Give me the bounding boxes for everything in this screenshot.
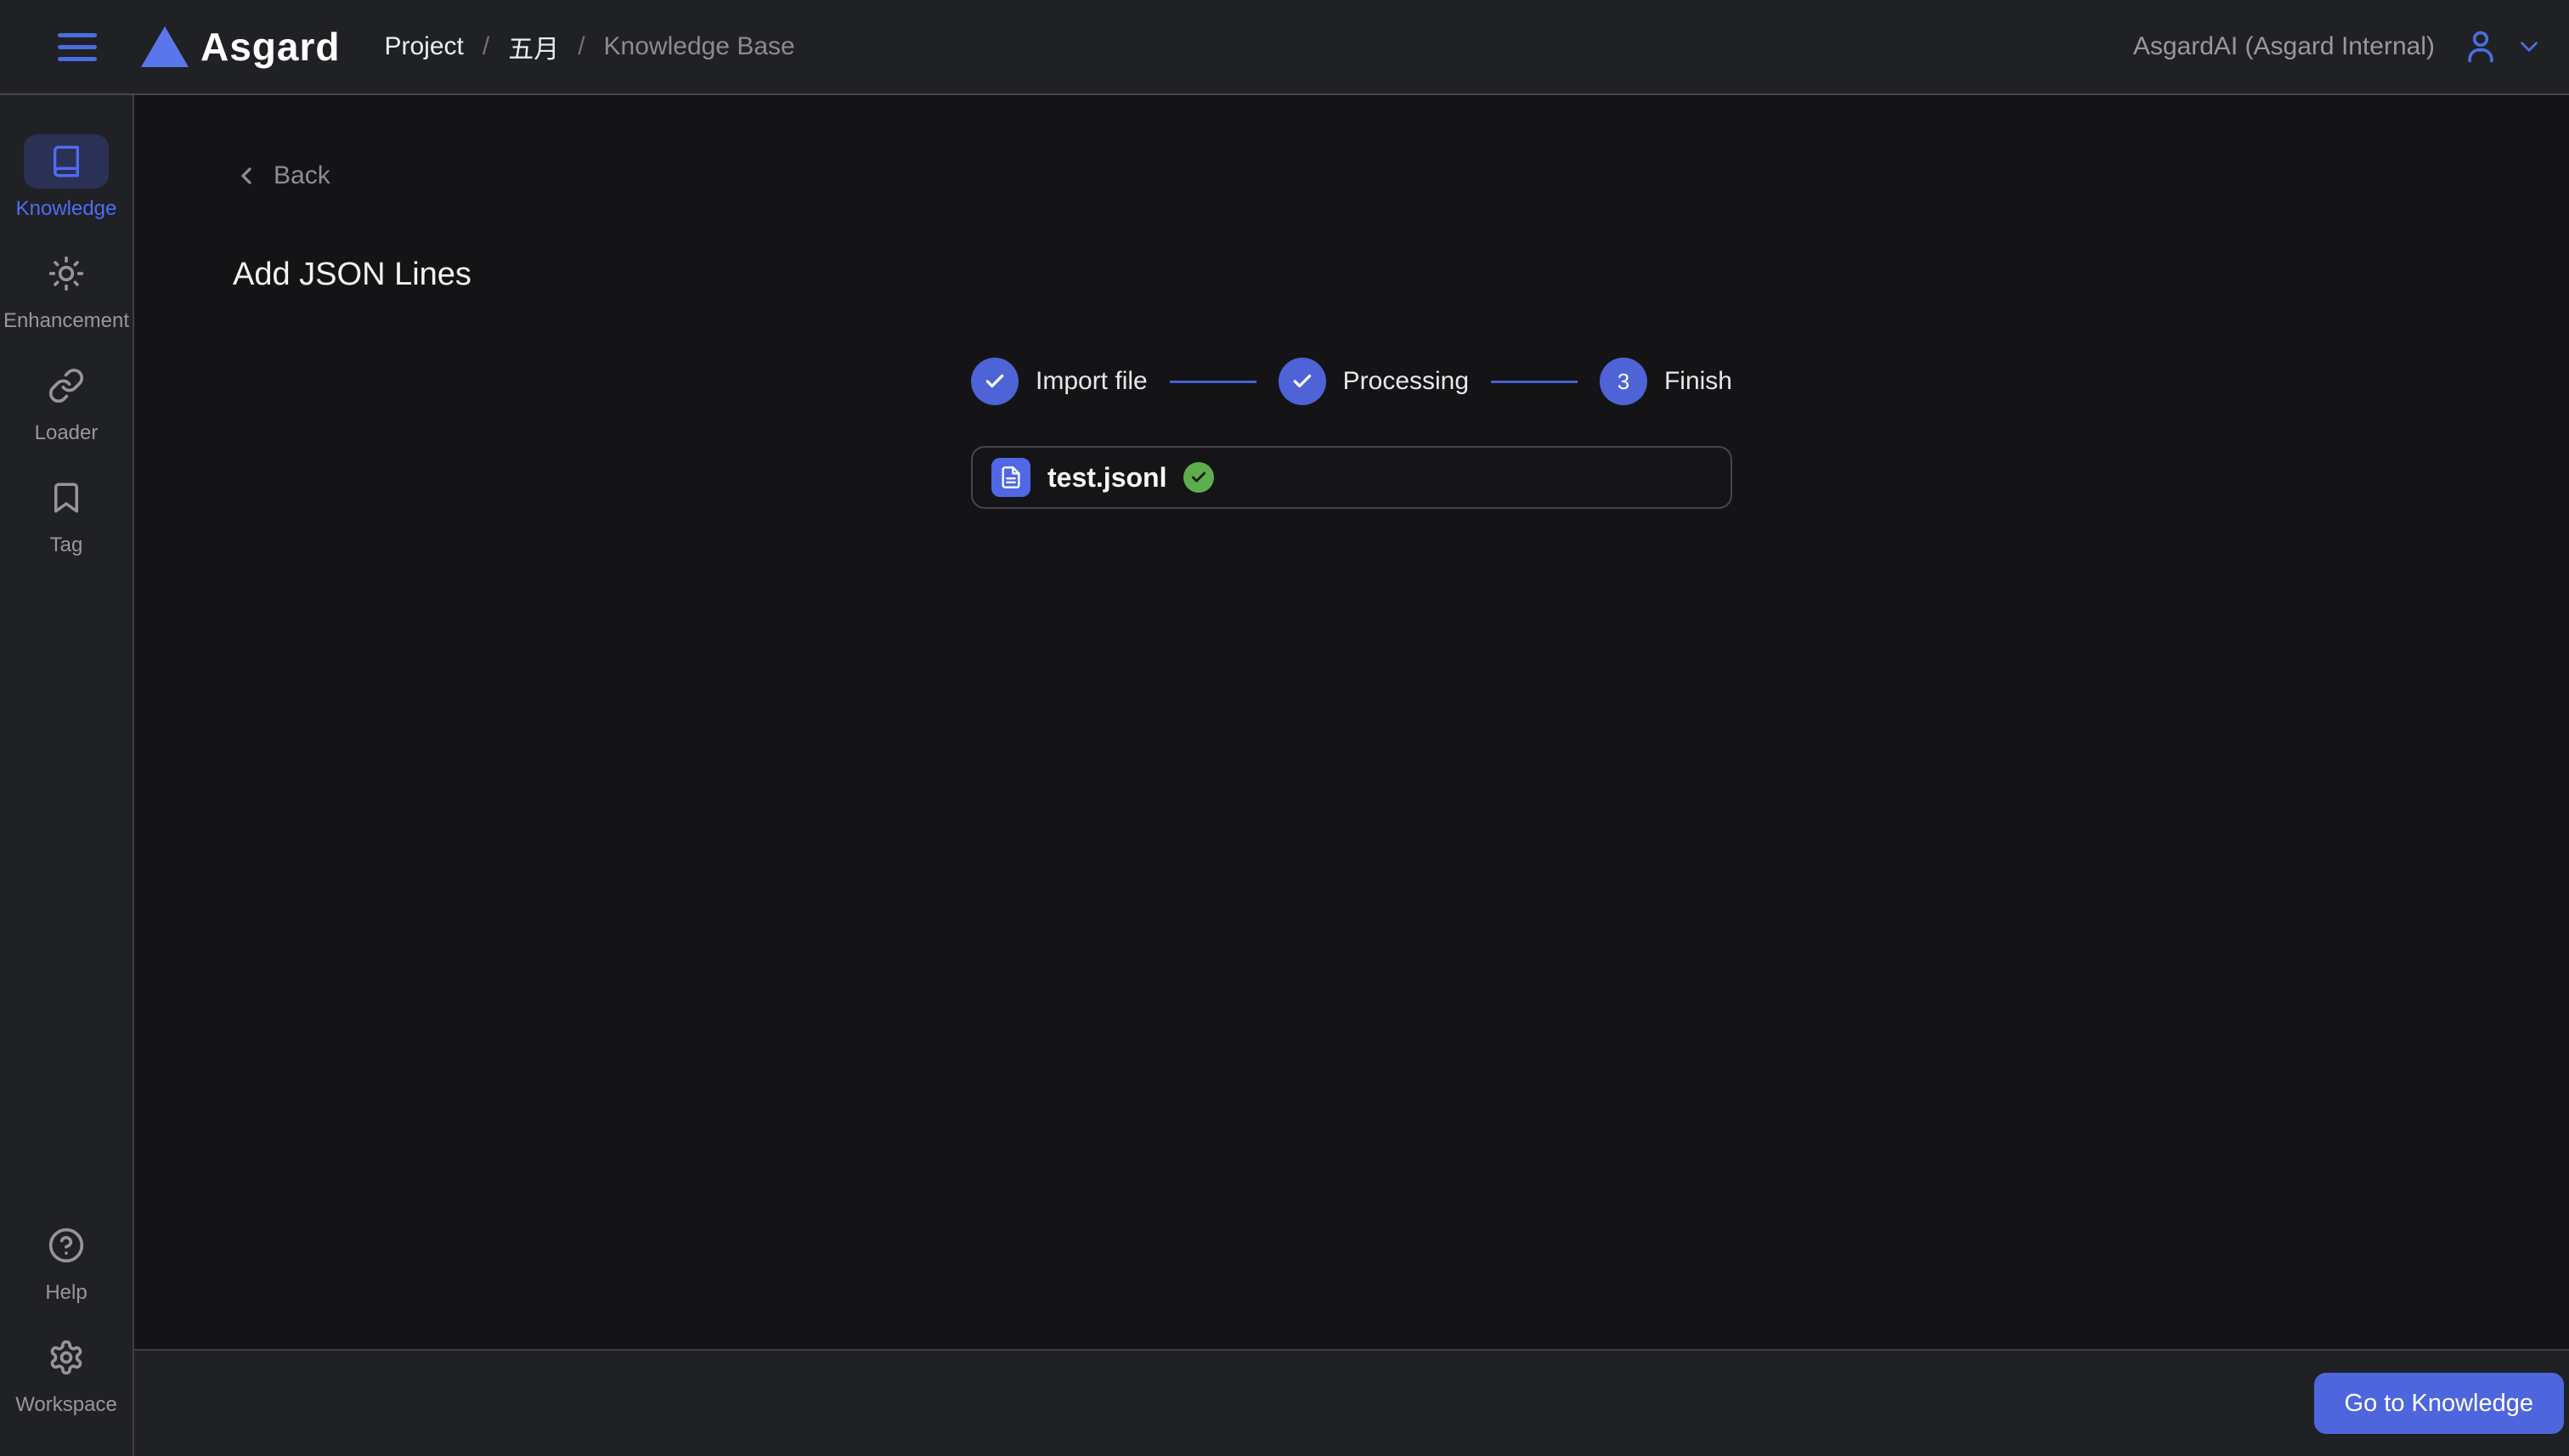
breadcrumb: Project / 五月 / Knowledge Base: [384, 28, 794, 65]
page-title: Add JSON Lines: [233, 257, 2569, 293]
footer-bar: Go to Knowledge: [134, 1349, 2569, 1456]
step-finish: 3 Finish: [1600, 358, 1732, 405]
sidebar-item-tag[interactable]: Tag: [0, 471, 133, 557]
logo[interactable]: Asgard: [141, 24, 340, 70]
breadcrumb-separator: /: [483, 32, 489, 61]
step-connector: [1491, 381, 1578, 383]
step-label: Finish: [1664, 367, 1732, 396]
chevron-left-icon: [233, 162, 260, 189]
step-import-file: Import file: [971, 358, 1148, 405]
sidebar-item-workspace[interactable]: Workspace: [0, 1330, 133, 1417]
logo-text: Asgard: [200, 24, 340, 70]
breadcrumb-project[interactable]: Project: [384, 32, 463, 61]
help-circle-icon: [48, 1227, 85, 1264]
file-name: test.jsonl: [1047, 462, 1166, 494]
go-to-knowledge-button[interactable]: Go to Knowledge: [2314, 1373, 2564, 1434]
success-check-icon: [1183, 462, 1214, 493]
sidebar-item-label: Workspace: [15, 1393, 117, 1417]
sidebar-item-label: Tag: [50, 533, 83, 557]
user-icon[interactable]: [2462, 28, 2499, 65]
sidebar-item-label: Loader: [35, 421, 99, 445]
breadcrumb-separator: /: [578, 32, 584, 61]
sidebar-item-loader[interactable]: Loader: [0, 358, 133, 445]
bookmark-icon: [48, 480, 84, 516]
back-label: Back: [274, 161, 330, 190]
sidebar: Knowledge Enhancement: [0, 95, 134, 1456]
app-root: Asgard Project / 五月 / Knowledge Base Asg…: [0, 0, 2569, 1456]
breadcrumb-knowledge-base: Knowledge Base: [604, 32, 795, 61]
menu-button[interactable]: [54, 30, 100, 65]
logo-triangle-icon: [141, 26, 189, 67]
gear-icon: [48, 1339, 85, 1376]
top-bar: Asgard Project / 五月 / Knowledge Base Asg…: [0, 0, 2569, 95]
breadcrumb-folder[interactable]: 五月: [508, 28, 559, 65]
link-icon: [48, 367, 85, 404]
step-label: Processing: [1343, 367, 1469, 396]
stepper: Import file Processing 3 Finish: [971, 358, 1732, 405]
sidebar-item-label: Knowledge: [16, 197, 117, 221]
step-processing: Processing: [1279, 358, 1469, 405]
back-button[interactable]: Back: [233, 161, 330, 190]
step-label: Import file: [1036, 367, 1148, 396]
book-icon: [49, 144, 83, 178]
step-done-icon: [1279, 358, 1326, 405]
sidebar-item-knowledge[interactable]: Knowledge: [0, 134, 133, 221]
file-text-icon: [991, 458, 1030, 497]
step-connector: [1170, 381, 1256, 383]
sidebar-item-label: Enhancement: [3, 309, 129, 333]
step-done-icon: [971, 358, 1019, 405]
sidebar-item-help[interactable]: Help: [0, 1218, 133, 1305]
chevron-down-icon[interactable]: [2515, 32, 2544, 61]
sun-icon: [48, 255, 85, 292]
account-label: AsgardAI (Asgard Internal): [2133, 32, 2435, 61]
step-number: 3: [1600, 358, 1647, 405]
main-content: Back Add JSON Lines Import file: [134, 95, 2569, 1349]
sidebar-item-label: Help: [45, 1281, 87, 1305]
sidebar-item-enhancement[interactable]: Enhancement: [0, 246, 133, 333]
file-card[interactable]: test.jsonl: [971, 446, 1732, 509]
